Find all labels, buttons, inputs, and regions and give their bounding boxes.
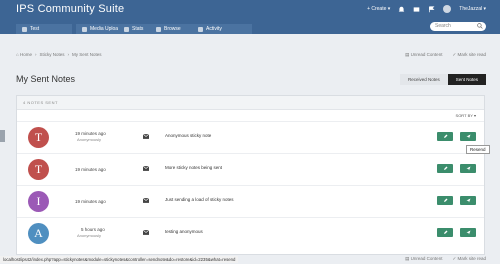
resend-button[interactable] (460, 164, 476, 173)
status-bar-url: localhost/ips42/index.php?app=stickynote… (0, 256, 239, 263)
breadcrumb-separator: › (34, 52, 37, 57)
edit-icon (443, 198, 447, 202)
stats-icon (124, 26, 129, 32)
unread-content-link[interactable]: ▤ Unread Content (405, 256, 442, 262)
bottom-activity-links: ▤ Unread Content ✓ Mark site read (405, 256, 486, 262)
edit-button[interactable] (437, 196, 453, 205)
edit-icon (443, 134, 447, 138)
edit-button[interactable] (437, 164, 453, 173)
notes-toggle: Received Notes Sent Notes (399, 74, 486, 85)
envelope-icon (143, 230, 149, 235)
breadcrumb-separator: › (67, 52, 70, 57)
envelope-icon (143, 134, 149, 139)
send-icon (466, 166, 470, 171)
note-text: testing anonymous (165, 229, 203, 234)
sent-time: 19 minutes ago (75, 167, 106, 172)
sort-bar: SORT BY ▾ (17, 110, 484, 122)
note-text: Anonymous sticky note (165, 133, 212, 138)
envelope-icon (143, 166, 149, 171)
resend-button[interactable] (460, 228, 476, 237)
main-nav: Test Media Uploader Stats Browse Activit… (0, 20, 500, 34)
avatar[interactable]: A (28, 223, 49, 244)
nav-item-activity[interactable]: Activity (192, 24, 252, 34)
nav-item-test[interactable]: Test (16, 24, 72, 34)
browse-icon (156, 26, 161, 32)
send-icon (466, 134, 470, 139)
resend-button[interactable] (460, 196, 476, 205)
sent-time: 5 hours ago (81, 227, 105, 232)
sender-status: Anonymously (77, 233, 102, 238)
unread-content-link[interactable]: ▤ Unread Content (405, 52, 442, 58)
avatar[interactable]: T (28, 159, 49, 180)
edit-icon (443, 166, 447, 170)
send-icon (466, 230, 470, 235)
envelope-icon (143, 198, 149, 203)
note-text: More sticky notes being sent (165, 165, 223, 170)
sent-notes-button[interactable]: Sent Notes (447, 74, 486, 85)
user-bar: + Create ▾ TheJazzal ▾ (367, 5, 486, 13)
side-panel-tab[interactable] (0, 130, 5, 142)
edit-button[interactable] (437, 132, 453, 141)
messages-envelope-icon[interactable] (413, 6, 420, 13)
list-item: A 5 hours ago Anonymously testing anonym… (17, 218, 484, 250)
list-item: T 19 minutes ago Anonymously Anonymous s… (17, 122, 484, 154)
site-title[interactable]: IPS Community Suite (16, 3, 124, 15)
media-icon (82, 26, 87, 32)
sent-time: 19 minutes ago (75, 199, 106, 204)
user-menu[interactable]: TheJazzal ▾ (459, 6, 486, 12)
activity-icon (198, 26, 203, 32)
sent-notes-panel: 4 NOTES SENT SORT BY ▾ T 19 minutes ago … (16, 95, 485, 255)
note-text: Just sending a load of sticky notes (165, 197, 234, 202)
edit-icon (443, 230, 447, 234)
resend-button[interactable] (460, 132, 476, 141)
breadcrumb-current: My Sent Notes (72, 52, 102, 57)
sent-time: 19 minutes ago (75, 131, 106, 136)
create-menu[interactable]: + Create ▾ (367, 6, 390, 12)
notes-count: 4 NOTES SENT (17, 96, 484, 110)
send-icon (466, 198, 470, 203)
avatar[interactable]: T (28, 127, 49, 148)
list-item: T 19 minutes ago More sticky notes being… (17, 154, 484, 186)
avatar[interactable]: I (28, 191, 49, 212)
edit-button[interactable] (437, 228, 453, 237)
received-notes-button[interactable]: Received Notes (399, 74, 448, 85)
mark-site-read-link[interactable]: ✓ Mark site read (452, 52, 486, 58)
list-item: I 19 minutes ago Just sending a load of … (17, 186, 484, 218)
mark-site-read-link[interactable]: ✓ Mark site read (452, 256, 486, 262)
notifications-bell-icon[interactable] (398, 6, 405, 13)
breadcrumb-home[interactable]: ⌂ Home (16, 52, 32, 57)
site-header: IPS Community Suite + Create ▾ TheJazzal… (0, 0, 500, 34)
sort-by-button[interactable]: SORT BY ▾ (456, 113, 476, 118)
breadcrumb: ⌂ Home › Sticky Notes › My Sent Notes (16, 52, 102, 57)
test-icon (22, 26, 27, 32)
sender-status: Anonymously (77, 137, 102, 142)
top-activity-links: ▤ Unread Content ✓ Mark site read (405, 52, 486, 58)
page-title: My Sent Notes (16, 74, 76, 84)
breadcrumb-sticky-notes[interactable]: Sticky Notes (39, 52, 64, 57)
user-avatar[interactable] (443, 5, 452, 13)
reports-flag-icon[interactable] (428, 5, 435, 13)
resend-tooltip: Resend (466, 145, 490, 154)
